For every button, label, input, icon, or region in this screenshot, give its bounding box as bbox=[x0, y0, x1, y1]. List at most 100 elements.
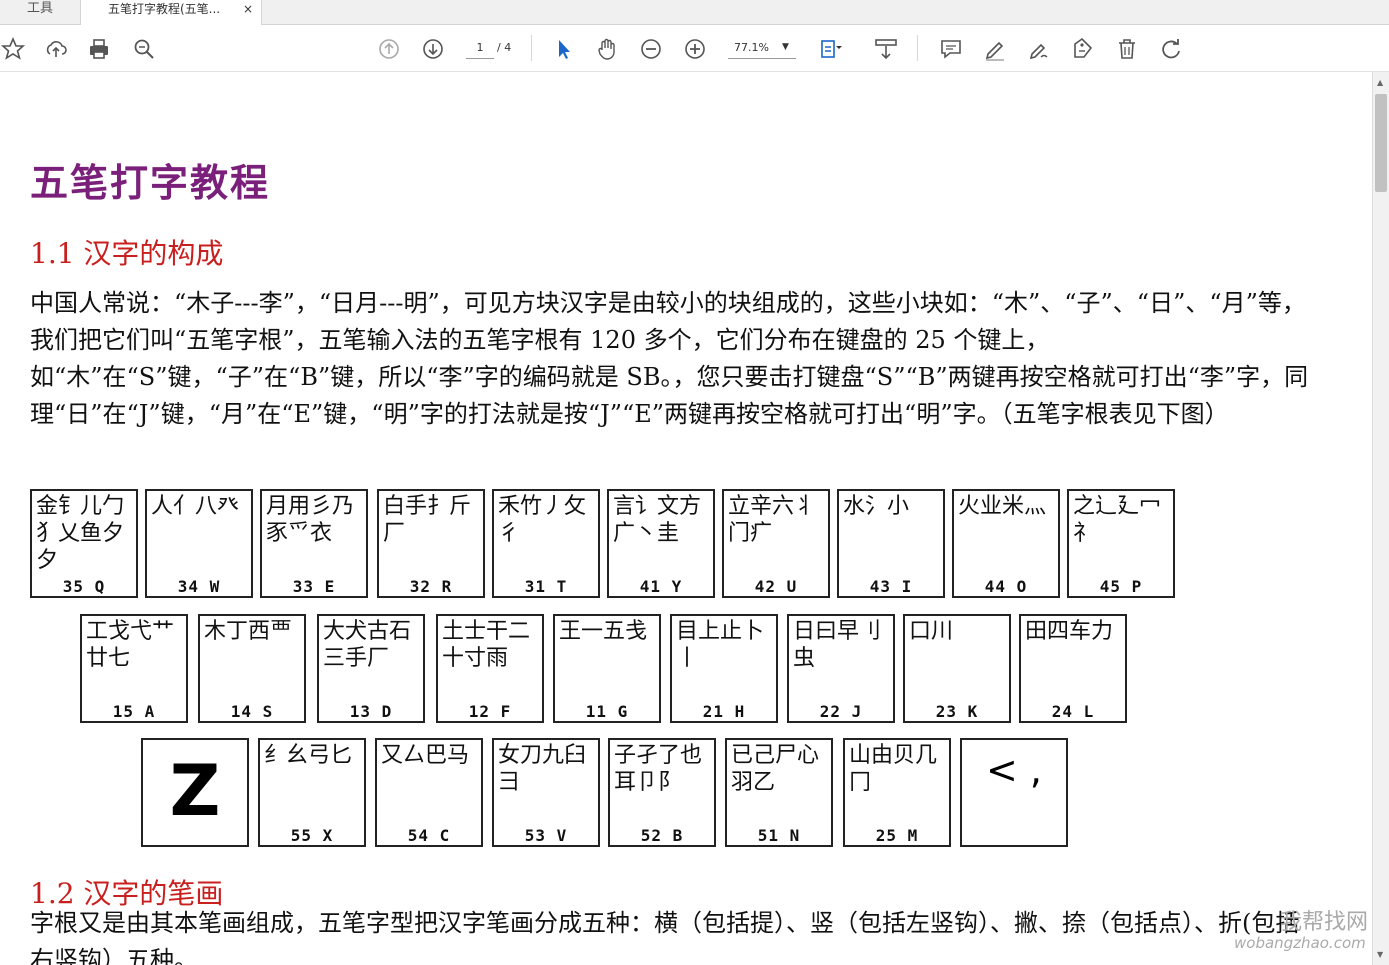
document-title: 五笔打字教程 bbox=[30, 160, 271, 205]
key-g: 王一五戋 11 G bbox=[553, 614, 661, 723]
key-h: 目上止卜丨 21 H bbox=[670, 614, 778, 723]
zoom-out-icon[interactable] bbox=[638, 36, 664, 62]
scrollbar-thumb[interactable] bbox=[1375, 94, 1387, 192]
zoom-in-icon[interactable] bbox=[682, 36, 708, 62]
key-k: 口川 23 K bbox=[903, 614, 1011, 723]
select-arrow-icon[interactable] bbox=[550, 36, 576, 62]
key-roots: 山由贝几冂 bbox=[849, 743, 938, 795]
key-roots: 又厶巴马 bbox=[381, 743, 470, 768]
key-w: 人亻八癶 34 W bbox=[145, 489, 253, 598]
key-o: 火业米灬 44 O bbox=[952, 489, 1060, 598]
key-code: 31 T bbox=[524, 577, 568, 596]
document-viewer[interactable]: 五笔打字教程 1.1 汉字的构成 中国人常说：“木子---李”，“日月---明”… bbox=[0, 72, 1372, 965]
key-z-label: Z bbox=[169, 750, 221, 832]
key-code: 42 U bbox=[754, 577, 798, 596]
bookmark-star-icon[interactable] bbox=[0, 36, 26, 62]
key-c: 又厶巴马 54 C bbox=[375, 738, 483, 847]
stamp-icon[interactable] bbox=[1070, 36, 1096, 62]
tab-close-icon[interactable]: × bbox=[243, 0, 253, 18]
print-icon[interactable] bbox=[86, 36, 112, 62]
key-d: 大犬古石三手厂 13 D bbox=[317, 614, 425, 723]
key-l: 田四车力 24 L bbox=[1019, 614, 1127, 723]
key-roots: 月用彡乃豕爫衣 bbox=[266, 494, 355, 546]
key-code: 44 O bbox=[984, 577, 1028, 596]
key-a: 工戈弋艹廿七 15 A bbox=[80, 614, 188, 723]
key-x: 纟幺弓匕 55 X bbox=[258, 738, 366, 847]
key-s: 木丁西覀 14 S bbox=[198, 614, 306, 723]
vertical-scrollbar[interactable]: ▲ ▼ bbox=[1372, 72, 1389, 965]
key-p: 之辶廴冖礻 45 P bbox=[1067, 489, 1175, 598]
key-r: 白手扌斤厂 32 R bbox=[377, 489, 485, 598]
key-roots: 日曰早刂虫 bbox=[793, 619, 882, 671]
highlight-pen-icon[interactable] bbox=[982, 36, 1008, 62]
sign-icon[interactable] bbox=[1026, 36, 1052, 62]
key-roots: 水氵小 bbox=[843, 494, 910, 519]
key-code: 34 W bbox=[177, 577, 221, 596]
key-roots: 火业米灬 bbox=[958, 494, 1047, 519]
key-code: 43 I bbox=[869, 577, 913, 596]
section-heading-1: 1.1 汉字的构成 bbox=[30, 237, 224, 270]
key-t: 禾竹丿攵彳 31 T bbox=[492, 489, 600, 598]
key-code: 33 E bbox=[292, 577, 336, 596]
key-f: 土士干二十寸雨 12 F bbox=[436, 614, 544, 723]
page-number-input[interactable]: 1 bbox=[466, 38, 494, 59]
toolbar-divider bbox=[917, 35, 918, 61]
scroll-up-icon[interactable]: ▲ bbox=[1377, 78, 1383, 87]
key-roots: 口川 bbox=[909, 619, 954, 644]
key-j: 日曰早刂虫 22 J bbox=[787, 614, 895, 723]
watermark-text: 我帮找网 bbox=[1280, 910, 1369, 935]
key-code: 52 B bbox=[640, 826, 684, 845]
comment-icon[interactable] bbox=[938, 36, 964, 62]
paragraph-1: 中国人常说：“木子---李”，“日月---明”，可见方块汉字是由较小的块组成的，… bbox=[30, 289, 1309, 428]
key-comma: < , bbox=[960, 738, 1068, 847]
key-y: 言讠文方广丶圭 41 Y bbox=[607, 489, 715, 598]
paragraph-2: 字根又是由其本笔画组成，五笔字型把汉字笔画分成五种：横（包括提）、竖（包括左竖钩… bbox=[30, 909, 1300, 965]
fit-page-icon[interactable] bbox=[818, 36, 844, 62]
undo-icon[interactable] bbox=[1158, 36, 1184, 62]
scroll-down-icon[interactable]: ▼ bbox=[1377, 950, 1383, 959]
key-e: 月用彡乃豕爫衣 33 E bbox=[260, 489, 368, 598]
key-roots: 子孑了也耳卩阝 bbox=[614, 743, 703, 795]
key-u: 立辛六丬门疒 42 U bbox=[722, 489, 830, 598]
zoom-search-icon[interactable] bbox=[131, 36, 157, 62]
key-code: 22 J bbox=[819, 702, 863, 721]
key-roots: 田四车力 bbox=[1025, 619, 1114, 644]
key-code: 41 Y bbox=[639, 577, 683, 596]
key-code: 13 D bbox=[349, 702, 393, 721]
upload-cloud-icon[interactable] bbox=[43, 36, 69, 62]
key-m: 山由贝几冂 25 M bbox=[843, 738, 951, 847]
key-code: 51 N bbox=[757, 826, 801, 845]
key-roots: 女刀九臼彐 bbox=[498, 743, 587, 795]
key-roots: 王一五戋 bbox=[559, 619, 648, 644]
tab-tools-label: 工具 bbox=[26, 1, 53, 16]
chevron-down-icon: ▼ bbox=[782, 42, 789, 52]
key-v: 女刀九臼彐 53 V bbox=[492, 738, 600, 847]
scroll-mode-icon[interactable] bbox=[873, 36, 899, 62]
tab-document[interactable]: 五笔打字教程(五笔... × bbox=[80, 0, 262, 25]
key-n: 已己尸心羽乙 51 N bbox=[725, 738, 833, 847]
hand-pan-icon[interactable] bbox=[594, 36, 620, 62]
key-code: 35 Q bbox=[62, 577, 106, 596]
page-up-icon[interactable] bbox=[376, 36, 402, 62]
key-roots: 工戈弋艹廿七 bbox=[86, 619, 175, 671]
key-roots: 纟幺弓匕 bbox=[264, 743, 353, 768]
key-roots: 目上止卜丨 bbox=[676, 619, 765, 671]
key-roots: 人亻八癶 bbox=[151, 494, 240, 519]
page-down-icon[interactable] bbox=[420, 36, 446, 62]
key-code: 32 R bbox=[409, 577, 453, 596]
key-roots: 大犬古石三手厂 bbox=[323, 619, 412, 671]
tab-bar: 工具 五笔打字教程(五笔... × bbox=[0, 0, 1389, 25]
watermark-url: wobangzhao.com bbox=[1234, 934, 1366, 952]
key-roots: 白手扌斤厂 bbox=[383, 494, 472, 546]
toolbar-divider bbox=[531, 35, 532, 61]
key-code: 11 G bbox=[585, 702, 629, 721]
delete-icon[interactable] bbox=[1114, 36, 1140, 62]
watermark: 我帮找网 wobangzhao.com bbox=[1220, 898, 1370, 962]
tab-tools[interactable]: 工具 bbox=[0, 0, 80, 24]
key-roots: 木丁西覀 bbox=[204, 619, 293, 644]
key-roots: 立辛六丬门疒 bbox=[728, 494, 817, 546]
zoom-select[interactable]: 77.1% ▼ bbox=[728, 38, 796, 59]
key-code: 21 H bbox=[702, 702, 746, 721]
page-total: / 4 bbox=[497, 41, 512, 54]
toolbar: 1 / 4 77.1% ▼ bbox=[0, 25, 1389, 72]
